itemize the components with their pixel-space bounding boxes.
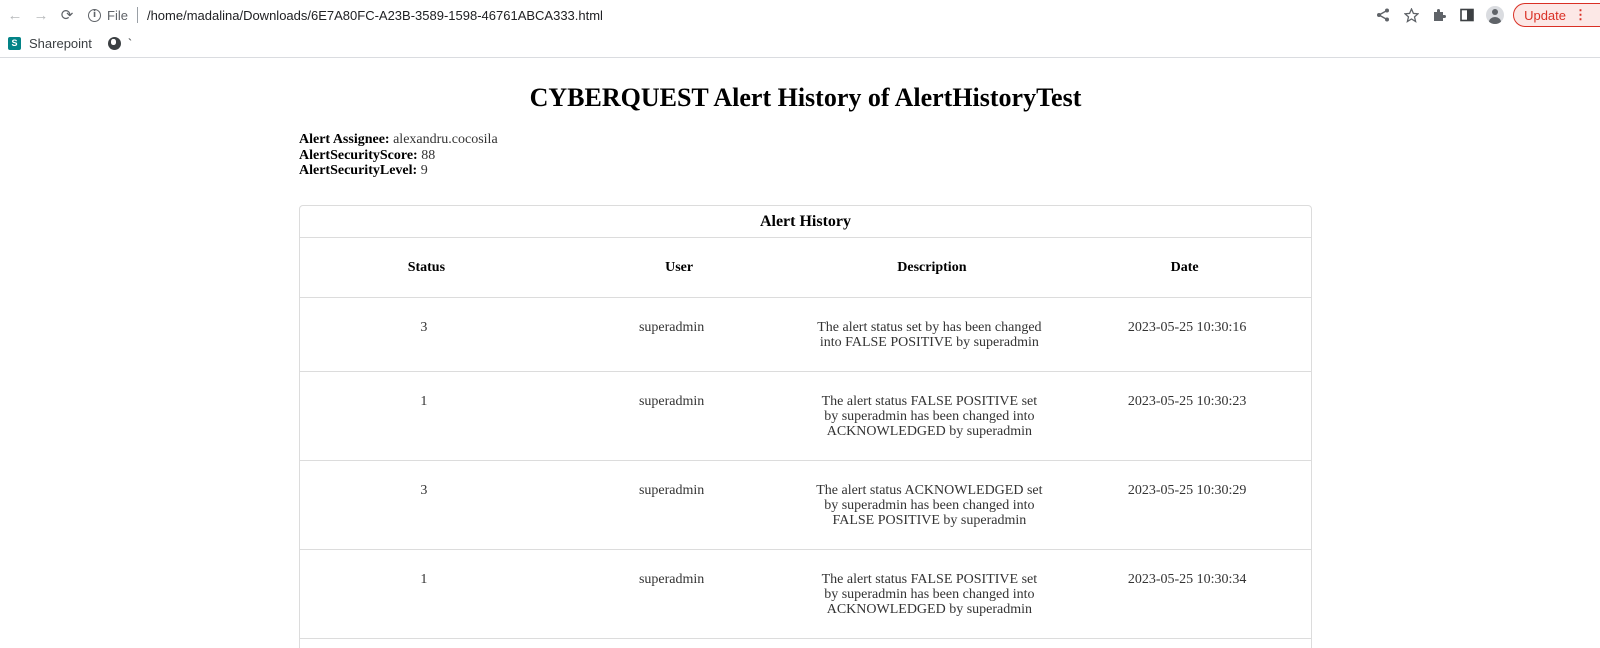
cell-user: superadmin — [638, 483, 705, 498]
meta-level-label: AlertSecurityLevel: — [299, 163, 418, 178]
bookmarks-bar: S Sharepoint ` — [0, 30, 1600, 58]
meta-level: AlertSecurityLevel: 9 — [299, 163, 498, 179]
alert-history-table: Alert History Status User Description Da… — [299, 205, 1312, 648]
side-panel-icon[interactable] — [1453, 2, 1481, 28]
table-row: 3 superadmin The alert status set by has… — [300, 298, 1311, 372]
column-header-status: Status — [407, 259, 446, 275]
column-header-date: Date — [1170, 259, 1199, 275]
update-button[interactable]: Update ⋮ — [1513, 3, 1600, 27]
table-row: 1 superadmin The alert status FALSE POSI… — [300, 372, 1311, 461]
reload-icon[interactable]: ⟳ — [54, 2, 80, 28]
table-header: Status User Description Date — [300, 238, 1311, 298]
url-text[interactable]: /home/madalina/Downloads/6E7A80FC-A23B-3… — [147, 8, 603, 23]
meta-assignee: Alert Assignee: alexandru.cocosila — [299, 132, 498, 148]
meta-score: AlertSecurityScore: 88 — [299, 148, 498, 164]
info-icon[interactable]: i — [88, 8, 101, 22]
description-text: The alert status set by has been changed… — [817, 320, 1042, 350]
bookmark-sharepoint[interactable]: Sharepoint — [29, 36, 92, 51]
cell-date: 2023-05-25 10:30:23 — [1127, 394, 1247, 409]
meta-score-label: AlertSecurityScore: — [299, 147, 418, 163]
url-scheme: File — [107, 7, 128, 23]
sharepoint-icon: S — [8, 37, 21, 50]
avatar — [1486, 6, 1505, 24]
meta-assignee-label: Alert Assignee: — [299, 132, 390, 147]
page-title: CYBERQUEST Alert History of AlertHistory… — [529, 83, 1082, 112]
cell-user: superadmin — [638, 394, 705, 409]
url-divider — [136, 7, 138, 23]
forward-arrow-icon[interactable]: → — [28, 2, 54, 28]
cell-user: superadmin — [638, 320, 705, 335]
cell-description: The alert status set by has been changed… — [796, 320, 1064, 351]
description-text: The alert status FALSE POSITIVE set by s… — [821, 394, 1038, 439]
profile-icon[interactable] — [1481, 2, 1509, 28]
cell-date: 2023-05-25 10:30:34 — [1127, 572, 1247, 587]
share-icon[interactable] — [1369, 2, 1397, 28]
toolbar-actions: Update ⋮ — [1369, 0, 1600, 30]
meta-score-value: 88 — [421, 147, 436, 163]
table-row: 3 superadmin The alert status ACKNOWLEDG… — [300, 461, 1311, 550]
globe-icon — [107, 37, 121, 50]
browser-toolbar: ← → ⟳ i File /home/madalina/Downloads/6E… — [0, 0, 1600, 30]
update-label: Update — [1524, 7, 1566, 23]
star-icon[interactable] — [1397, 2, 1425, 28]
cell-status: 3 — [420, 320, 428, 335]
meta-level-value: 9 — [420, 163, 428, 178]
cell-status: 3 — [420, 483, 428, 498]
column-header-description: Description — [897, 259, 967, 275]
table-caption: Alert History — [300, 206, 1311, 238]
cell-status: 1 — [420, 394, 428, 409]
more-menu-icon[interactable]: ⋮ — [1574, 7, 1587, 23]
alert-meta: Alert Assignee: alexandru.cocosila Alert… — [299, 132, 498, 179]
cell-status: 1 — [420, 572, 428, 587]
cell-description: The alert status ACKNOWLEDGED set by sup… — [796, 483, 1064, 529]
cell-date: 2023-05-25 10:30:16 — [1127, 320, 1247, 335]
cell-user: superadmin — [638, 572, 705, 587]
bookmark-untitled[interactable]: ` — [128, 36, 132, 51]
description-text: The alert status FALSE POSITIVE set by s… — [821, 572, 1038, 617]
cell-date: 2023-05-25 10:30:29 — [1127, 483, 1247, 498]
extensions-icon[interactable] — [1425, 2, 1453, 28]
cell-description: The alert status FALSE POSITIVE set by s… — [796, 394, 1064, 440]
page-content: CYBERQUEST Alert History of AlertHistory… — [0, 59, 1600, 648]
description-text: The alert status ACKNOWLEDGED set by sup… — [816, 483, 1043, 528]
column-header-user: User — [665, 259, 694, 275]
meta-assignee-value: alexandru.cocosila — [393, 132, 498, 147]
table-row: 1 superadmin The alert status FALSE POSI… — [300, 550, 1311, 639]
cell-description: The alert status FALSE POSITIVE set by s… — [796, 572, 1064, 618]
back-arrow-icon[interactable]: ← — [2, 2, 28, 28]
address-bar[interactable]: i File /home/madalina/Downloads/6E7A80FC… — [88, 2, 603, 28]
